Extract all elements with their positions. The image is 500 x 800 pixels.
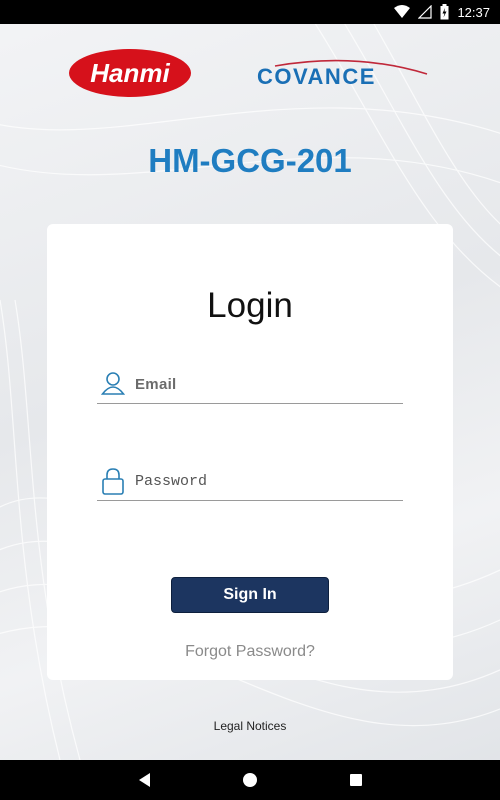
navigation-bar	[0, 760, 500, 800]
login-card: Login Sign In Forgot Password?	[47, 224, 453, 680]
home-icon[interactable]	[240, 770, 260, 790]
legal-notices-link[interactable]: Legal Notices	[0, 719, 500, 733]
covance-logo-text: COVANCE	[257, 64, 376, 89]
password-field	[97, 465, 403, 501]
sign-in-button[interactable]: Sign In	[171, 577, 329, 613]
status-bar: 12:37	[0, 0, 500, 24]
wifi-icon	[394, 5, 411, 19]
user-icon	[100, 370, 126, 398]
lock-icon	[101, 467, 125, 495]
hanmi-logo-text: Hanmi	[90, 58, 170, 88]
login-title: Login	[207, 286, 293, 325]
hanmi-logo: Hanmi	[68, 48, 192, 98]
status-time: 12:37	[457, 4, 490, 20]
email-field	[97, 368, 403, 404]
password-input[interactable]	[135, 467, 399, 495]
email-input[interactable]	[135, 370, 399, 398]
covance-logo: COVANCE	[255, 58, 435, 94]
forgot-password-link[interactable]: Forgot Password?	[47, 643, 453, 661]
battery-charging-icon	[440, 4, 449, 20]
signal-off-icon	[418, 5, 433, 19]
back-icon[interactable]	[135, 770, 155, 790]
recents-icon[interactable]	[346, 770, 366, 790]
study-id-title: HM-GCG-201	[148, 142, 352, 179]
